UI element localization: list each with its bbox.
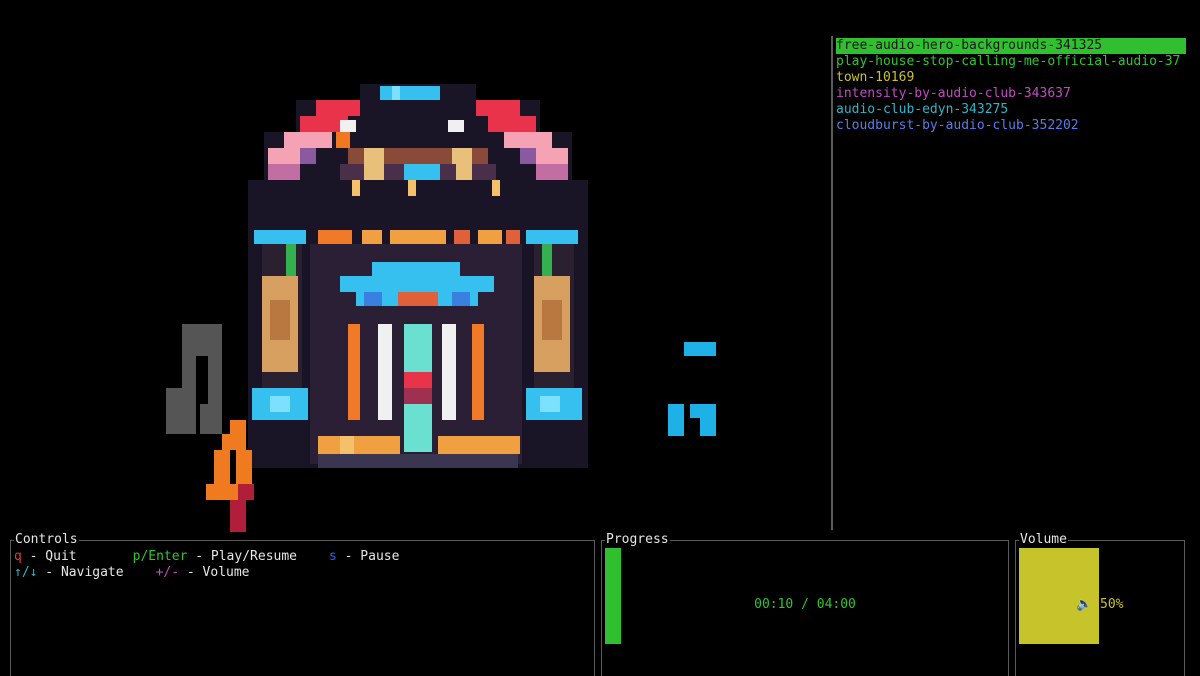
playlist-item[interactable]: town-10169 (836, 70, 1186, 86)
pause-label: - Pause (336, 549, 400, 564)
playlist-item[interactable]: audio-club-edyn-343275 (836, 102, 1186, 118)
playlist-item[interactable]: play-house-stop-calling-me-official-audi… (836, 54, 1186, 70)
controls-line-2: ↑/↓ - Navigate +/- - Volume (14, 565, 250, 581)
volume-bar-fill (1019, 548, 1099, 644)
play-key: p/Enter (132, 549, 188, 564)
volume-percent: 50% (1100, 597, 1124, 612)
quit-key: q (14, 549, 22, 564)
volume-key-label: - Volume (179, 565, 250, 580)
playlist-item[interactable]: free-audio-hero-backgrounds-341325 (836, 38, 1186, 54)
navigate-key: ↑/↓ (14, 565, 38, 580)
controls-line-1: q - Quit p/Enter - Play/Resume s - Pause (14, 549, 399, 565)
controls-title: Controls (14, 532, 79, 548)
progress-title: Progress (605, 532, 670, 548)
navigate-label: - Navigate (37, 565, 124, 580)
progress-bar-fill (605, 548, 621, 644)
playlist[interactable]: free-audio-hero-backgrounds-341325 play-h… (836, 38, 1186, 134)
progress-time: 00:10 / 04:00 (754, 597, 856, 612)
volume-title: Volume (1019, 532, 1068, 548)
volume-panel[interactable]: Volume 🔈 50% (1015, 532, 1185, 676)
volume-readout: 🔈 50% (1076, 597, 1124, 613)
quit-label: - Quit (21, 549, 77, 564)
play-label: - Play/Resume (187, 549, 297, 564)
music-note-orange-icon (206, 420, 254, 532)
playlist-item[interactable]: intensity-by-audio-club-343637 (836, 86, 1186, 102)
music-note-gray-icon (166, 324, 222, 434)
progress-panel: Progress 00:10 / 04:00 (601, 532, 1009, 676)
jukebox-art (166, 84, 716, 532)
volume-key: +/- (155, 565, 180, 580)
speaker-icon: 🔈 (1076, 597, 1093, 612)
playlist-separator (831, 36, 833, 530)
playlist-item[interactable]: cloudburst-by-audio-club-352202 (836, 118, 1186, 134)
jukebox-icon (248, 84, 588, 468)
pause-key: s (329, 549, 337, 564)
music-note-blue-icon (668, 342, 716, 436)
controls-panel: Controls q - Quit p/Enter - Play/Resume s … (10, 532, 595, 676)
